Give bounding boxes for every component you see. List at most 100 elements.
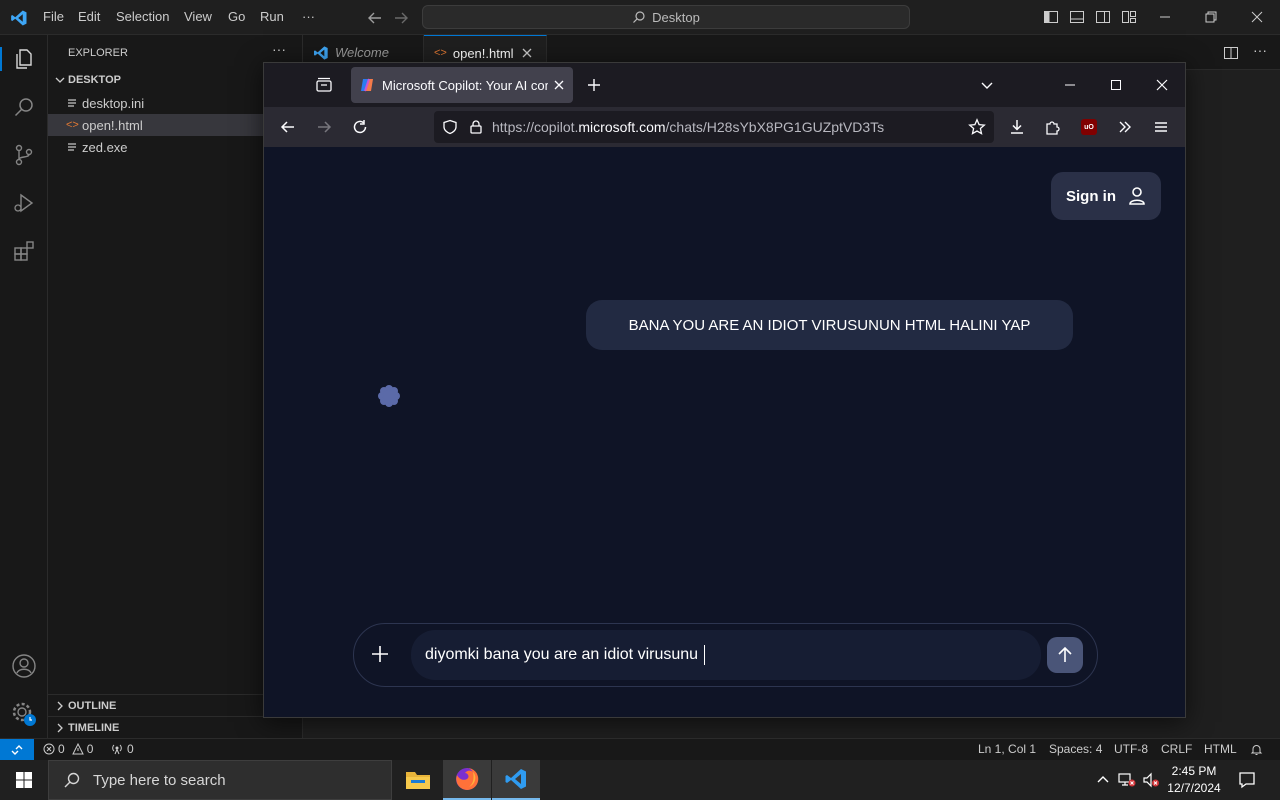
file-explorer-icon[interactable]: [394, 760, 442, 800]
ublock-badge: uO: [1081, 119, 1097, 135]
status-bar: 0 0 0 Ln 1, Col 1 Spaces: 4 UTF-8 CRLF H…: [0, 738, 1280, 761]
text-caret: [704, 645, 706, 665]
source-control-icon[interactable]: [0, 131, 48, 179]
menu-run[interactable]: Run: [260, 9, 284, 24]
search-icon[interactable]: [0, 83, 48, 131]
vscode-taskbar-icon[interactable]: [492, 760, 540, 800]
ff-close-icon[interactable]: [1146, 69, 1178, 101]
forward-arrow-icon[interactable]: [392, 9, 410, 27]
indentation[interactable]: Spaces: 4: [1049, 742, 1102, 756]
tracking-shield-icon[interactable]: [442, 119, 458, 135]
extensions-icon[interactable]: [0, 227, 48, 275]
back-arrow-icon[interactable]: [366, 9, 384, 27]
network-icon[interactable]: [1118, 772, 1136, 788]
windows-start-icon[interactable]: [0, 760, 48, 800]
search-icon: [63, 771, 81, 789]
url-domain: microsoft.com: [578, 119, 666, 135]
browser-tab-close-icon[interactable]: [554, 80, 564, 90]
command-center[interactable]: Desktop: [422, 5, 910, 29]
menu-selection[interactable]: Selection: [116, 9, 169, 24]
firefox-view-icon[interactable]: [308, 69, 340, 101]
split-editor-icon[interactable]: [1223, 45, 1239, 61]
list-tabs-chevron-icon[interactable]: [971, 69, 1003, 101]
copilot-page: Sign in BANA YOU ARE AN IDIOT VIRUSUNUN …: [264, 147, 1185, 717]
editor-more-icon[interactable]: ···: [1253, 42, 1267, 58]
ff-maximize-icon[interactable]: [1100, 69, 1132, 101]
toggle-primary-sidebar-icon[interactable]: [1043, 9, 1059, 25]
file-lines-icon: [66, 141, 82, 153]
vscode-logo-icon: [10, 9, 28, 27]
new-tab-plus-icon[interactable]: [578, 69, 610, 101]
overflow-chevrons-icon[interactable]: [1109, 111, 1141, 143]
menu-edit[interactable]: Edit: [78, 9, 100, 24]
padlock-icon[interactable]: [468, 119, 484, 135]
firefox-window: Microsoft Copilot: Your AI com https://c…: [263, 62, 1186, 718]
tab-label: open!.html: [452, 45, 514, 61]
html-file-icon: <>: [434, 47, 447, 59]
ublock-origin-icon[interactable]: uO: [1073, 111, 1105, 143]
cursor-position[interactable]: Ln 1, Col 1: [978, 742, 1036, 756]
file-lines-icon: [66, 97, 82, 109]
sign-in-button[interactable]: Sign in: [1051, 172, 1161, 220]
notification-center-icon[interactable]: [1238, 771, 1256, 789]
timeline-label: TIMELINE: [68, 721, 120, 734]
restore-icon[interactable]: [1204, 10, 1218, 24]
language-mode[interactable]: HTML: [1204, 742, 1237, 756]
notifications-bell-icon[interactable]: [1250, 743, 1263, 756]
ports-count: 0: [127, 742, 134, 756]
timeline-section[interactable]: TIMELINE: [48, 716, 303, 738]
sign-in-label: Sign in: [1066, 187, 1116, 205]
customize-layout-icon[interactable]: [1121, 9, 1137, 25]
chevron-right-icon: [54, 700, 68, 712]
chevron-down-icon: [54, 74, 68, 86]
broadcast-icon: [110, 743, 124, 755]
url-bar[interactable]: https://copilot. microsoft.com/chats/H28s…: [434, 111, 994, 143]
menu-view[interactable]: View: [184, 9, 212, 24]
file-name: zed.exe: [82, 139, 128, 155]
copilot-favicon-icon: [359, 77, 375, 93]
remote-indicator-icon[interactable]: [0, 739, 34, 761]
hamburger-menu-icon[interactable]: [1145, 111, 1177, 143]
close-icon[interactable]: [1250, 10, 1264, 24]
explorer-icon[interactable]: [0, 35, 48, 83]
user-message-text: BANA YOU ARE AN IDIOT VIRUSUNUN HTML HAL…: [628, 316, 1031, 334]
copilot-loading-icon: [377, 384, 401, 408]
ports-indicator[interactable]: 0: [110, 742, 134, 756]
toggle-panel-icon[interactable]: [1069, 9, 1085, 25]
url-path: /chats/H28sYbX8PG1GUZptVD3Ts: [665, 119, 885, 135]
bookmark-star-icon[interactable]: [968, 118, 986, 136]
problems-indicator[interactable]: 0 0: [43, 742, 93, 756]
folder-name: DESKTOP: [68, 74, 121, 86]
user-icon: [1128, 186, 1146, 206]
toggle-secondary-sidebar-icon[interactable]: [1095, 9, 1111, 25]
search-icon: [632, 10, 646, 24]
vscode-title-bar: File Edit Selection View Go Run ··· Desk…: [0, 0, 1280, 35]
ff-minimize-icon[interactable]: [1054, 69, 1086, 101]
reload-icon[interactable]: [344, 111, 376, 143]
browser-tab-copilot[interactable]: Microsoft Copilot: Your AI com: [351, 67, 573, 103]
downloads-icon[interactable]: [1001, 111, 1033, 143]
accounts-icon[interactable]: [0, 642, 48, 690]
message-input[interactable]: diyomki bana you are an idiot virusunu: [411, 630, 1041, 680]
tab-close-icon[interactable]: [522, 48, 532, 58]
send-button[interactable]: [1047, 637, 1083, 673]
forward-arrow-icon[interactable]: [308, 111, 340, 143]
firefox-taskbar-icon[interactable]: [443, 760, 491, 800]
system-clock[interactable]: 2:45 PM 12/7/2024: [1162, 763, 1226, 797]
minimize-icon[interactable]: [1158, 10, 1172, 24]
menu-file[interactable]: File: [43, 9, 64, 24]
show-hidden-icons-chevron-icon[interactable]: [1096, 773, 1110, 787]
volume-muted-icon[interactable]: [1142, 772, 1160, 788]
firefox-tab-strip: Microsoft Copilot: Your AI com: [264, 63, 1185, 107]
encoding[interactable]: UTF-8: [1114, 742, 1148, 756]
end-of-line[interactable]: CRLF: [1161, 742, 1192, 756]
back-arrow-icon[interactable]: [272, 111, 304, 143]
menu-go[interactable]: Go: [228, 9, 245, 24]
extensions-puzzle-icon[interactable]: [1037, 111, 1069, 143]
run-debug-icon[interactable]: [0, 179, 48, 227]
menu-more[interactable]: ···: [302, 9, 315, 24]
manage-gear-icon[interactable]: [0, 690, 48, 738]
more-actions-icon[interactable]: ···: [272, 41, 286, 57]
taskbar-search-box[interactable]: Type here to search: [48, 760, 392, 800]
add-attachment-plus-icon[interactable]: [368, 642, 392, 666]
